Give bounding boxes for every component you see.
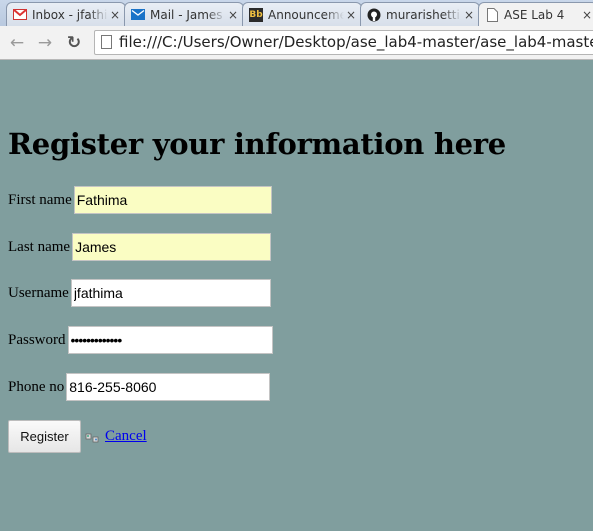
phone-input[interactable] (66, 373, 271, 401)
last-name-input[interactable] (72, 233, 272, 261)
close-icon[interactable]: × (462, 8, 476, 22)
close-icon[interactable]: × (108, 8, 122, 22)
tab-label: Mail - James (150, 7, 223, 22)
phone-row: Phone no (8, 373, 271, 401)
username-row: Username (8, 279, 271, 307)
tab-mail[interactable]: Mail - James × (124, 2, 244, 26)
tab-label: Announcements (268, 7, 344, 22)
tab-label: ASE Lab 4 (504, 7, 565, 22)
tab-strip: Inbox - jfathima × Mail - James × Bb Ann… (0, 0, 593, 26)
last-name-label: Last name (8, 238, 71, 255)
password-label: Password (8, 331, 66, 348)
tab-label: murarishetti (386, 7, 460, 22)
tab-label: Inbox - jfathima (32, 7, 108, 22)
first-name-row: First name (8, 186, 272, 214)
register-button[interactable]: Register (8, 420, 81, 453)
close-icon[interactable]: × (580, 8, 593, 22)
page-icon (485, 7, 499, 22)
github-icon (367, 8, 381, 22)
tab-ase-lab[interactable]: ASE Lab 4 × (478, 2, 593, 26)
tab-announcements[interactable]: Bb Announcements × (242, 2, 362, 26)
back-arrow-icon[interactable]: ← (6, 32, 28, 54)
phone-label: Phone no (8, 378, 65, 395)
password-row: Password (8, 326, 273, 354)
page-title: Register your information here (8, 127, 506, 161)
gmail-icon (13, 8, 27, 22)
broken-image-icon (85, 430, 101, 444)
page-icon (101, 35, 112, 49)
cancel-link[interactable]: Cancel (105, 428, 147, 445)
blackboard-icon-text: Bb (249, 9, 263, 20)
close-icon[interactable]: × (226, 8, 240, 22)
browser-toolbar: ← → ↻ file:///C:/Users/Owner/Desktop/ase… (0, 26, 593, 60)
close-icon[interactable]: × (344, 8, 358, 22)
tab-inbox[interactable]: Inbox - jfathima × (6, 2, 126, 26)
password-input[interactable] (67, 326, 273, 354)
tab-github[interactable]: murarishetti × (360, 2, 480, 26)
last-name-row: Last name (8, 233, 272, 261)
mail-icon (131, 8, 145, 22)
first-name-label: First name (8, 191, 72, 208)
address-bar[interactable]: file:///C:/Users/Owner/Desktop/ase_lab4-… (94, 30, 593, 55)
username-label: Username (8, 284, 69, 301)
username-input[interactable] (70, 279, 271, 307)
first-name-input[interactable] (73, 186, 272, 214)
forward-arrow-icon[interactable]: → (34, 32, 56, 54)
blackboard-icon: Bb (249, 7, 263, 22)
page-content: Register your information here First nam… (0, 61, 593, 531)
url-text: file:///C:/Users/Owner/Desktop/ase_lab4-… (119, 33, 593, 51)
reload-icon[interactable]: ↻ (63, 32, 85, 54)
